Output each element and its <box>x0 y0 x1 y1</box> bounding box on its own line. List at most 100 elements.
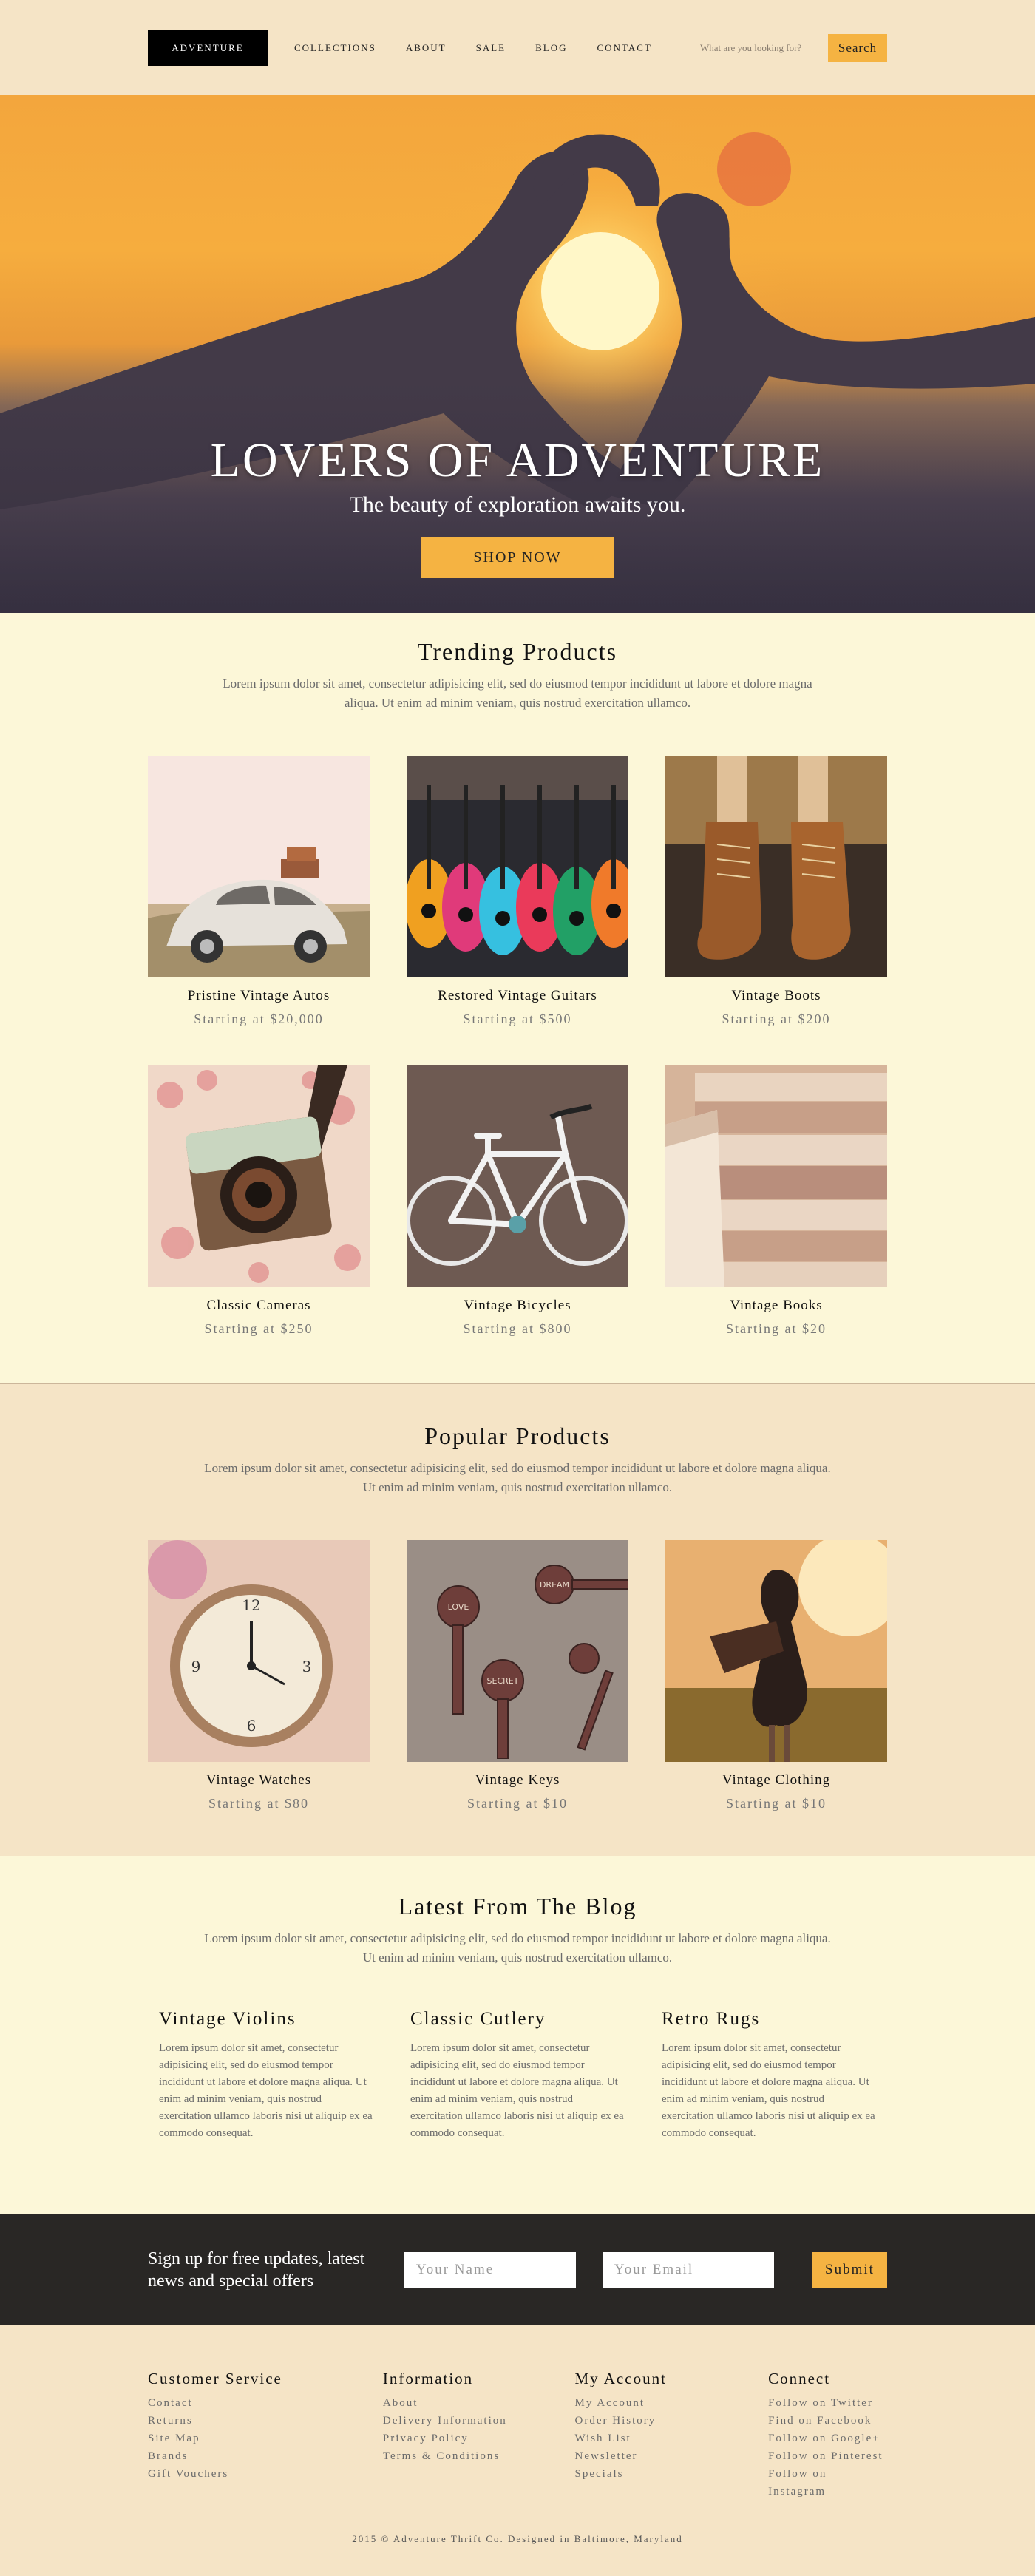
section-description: Lorem ipsum dolor sit amet, consectetur … <box>177 1929 858 1967</box>
footer-link-privacy-policy[interactable]: Privacy Policy <box>383 2433 469 2444</box>
footer-link-wish-list[interactable]: Wish List <box>575 2433 631 2444</box>
footer-link-twitter[interactable]: Follow on Twitter <box>768 2397 873 2409</box>
svg-text:SECRET: SECRET <box>487 1676 519 1686</box>
product-image-vintage-keys[interactable]: LOVE SECRET DREAM <box>407 1540 628 1762</box>
product-image-vintage-bicycle[interactable] <box>407 1065 628 1287</box>
product-name[interactable]: Vintage Bicycles <box>407 1298 628 1314</box>
product-card[interactable]: Vintage Bicycles Starting at $800 <box>407 1065 628 1337</box>
footer-link-specials[interactable]: Specials <box>575 2468 624 2480</box>
product-name[interactable]: Classic Cameras <box>148 1298 370 1314</box>
footer-link-delivery-information[interactable]: Delivery Information <box>383 2415 507 2427</box>
section-title: Trending Products <box>417 638 618 665</box>
footer-column-title: Connect <box>768 2370 831 2387</box>
copyright-text: 2015 © Adventure Thrift Co. Designed in … <box>352 2533 683 2544</box>
nav-about[interactable]: ABOUT <box>406 42 447 54</box>
footer-link-pinterest[interactable]: Follow on Pinterest <box>768 2450 883 2462</box>
footer-column-information: Information About Delivery Information P… <box>383 2370 575 2501</box>
product-image-classic-camera[interactable] <box>148 1065 370 1287</box>
footer-link-terms[interactable]: Terms & Conditions <box>383 2450 500 2462</box>
product-price: Starting at $20 <box>726 1321 827 1336</box>
search-button[interactable]: Search <box>828 33 887 62</box>
product-price: Starting at $500 <box>463 1011 572 1026</box>
product-image-vintage-books[interactable] <box>665 1065 887 1287</box>
footer-link-newsletter[interactable]: Newsletter <box>575 2450 638 2462</box>
footer-link-facebook[interactable]: Find on Facebook <box>768 2415 872 2427</box>
blog-post-title[interactable]: Classic Cutlery <box>410 2009 625 2030</box>
product-card[interactable]: Classic Cameras Starting at $250 <box>148 1065 370 1337</box>
product-name[interactable]: Vintage Watches <box>148 1772 370 1789</box>
hero-subtitle: The beauty of exploration awaits you. <box>349 492 686 517</box>
footer-column-title: Information <box>382 2370 474 2387</box>
product-price: Starting at $10 <box>726 1796 827 1811</box>
site-header: ADVENTURE COLLECTIONS ABOUT SALE BLOG CO… <box>0 0 1035 95</box>
name-field[interactable] <box>404 2252 576 2288</box>
trending-products-section: Trending Products Lorem ipsum dolor sit … <box>0 613 1035 1383</box>
section-title: Popular Products <box>424 1423 611 1449</box>
nav-contact[interactable]: CONTACT <box>597 42 652 54</box>
product-card[interactable]: Restored Vintage Guitars Starting at $50… <box>407 756 628 1027</box>
nav-sale[interactable]: SALE <box>476 42 506 54</box>
product-card[interactable]: Pristine Vintage Autos Starting at $20,0… <box>148 756 370 1027</box>
main-nav: COLLECTIONS ABOUT SALE BLOG CONTACT <box>294 42 682 54</box>
description-line: Lorem ipsum dolor sit amet, consectetur … <box>204 1461 831 1475</box>
search-input[interactable] <box>697 37 819 58</box>
product-image-vintage-watch[interactable]: 12 3 6 9 <box>148 1540 370 1762</box>
product-name[interactable]: Vintage Keys <box>407 1772 628 1789</box>
site-logo[interactable]: ADVENTURE <box>148 30 268 66</box>
svg-text:6: 6 <box>247 1717 257 1735</box>
footer-link-instagram[interactable]: Follow on Instagram <box>768 2468 827 2498</box>
product-card[interactable]: Vintage Boots Starting at $200 <box>665 756 887 1027</box>
nav-collections[interactable]: COLLECTIONS <box>294 42 376 54</box>
footer-column-customer-service: Customer Service Contact Returns Site Ma… <box>148 2370 383 2501</box>
hero-banner: LOVERS OF ADVENTURE The beauty of explor… <box>0 95 1035 613</box>
product-card[interactable]: 12 3 6 9 Vintage Watches Starting at $80 <box>148 1540 370 1811</box>
footer-link-gift-vouchers[interactable]: Gift Vouchers <box>148 2468 228 2480</box>
footer-link-about[interactable]: About <box>383 2397 418 2409</box>
footer-link-order-history[interactable]: Order History <box>575 2415 656 2427</box>
footer-column-connect: Connect Follow on Twitter Find on Facebo… <box>768 2370 887 2501</box>
footer-link-my-account[interactable]: My Account <box>575 2397 645 2409</box>
product-name[interactable]: Restored Vintage Guitars <box>407 988 628 1004</box>
product-name[interactable]: Vintage Clothing <box>665 1772 887 1789</box>
product-name[interactable]: Vintage Boots <box>665 988 887 1004</box>
nav-blog[interactable]: BLOG <box>535 42 567 54</box>
product-grid: 12 3 6 9 Vintage Watches Starting at $80 <box>148 1540 887 1811</box>
svg-text:9: 9 <box>191 1658 201 1675</box>
footer-column-my-account: My Account My Account Order History Wish… <box>575 2370 769 2501</box>
blog-post: Retro Rugs Lorem ipsum dolor sit amet, c… <box>662 2009 876 2142</box>
section-description: Lorem ipsum dolor sit amet, consectetur … <box>223 677 812 710</box>
product-card[interactable]: Vintage Clothing Starting at $10 <box>665 1540 887 1811</box>
newsletter-text: Sign up for free updates, latest news an… <box>148 2249 365 2291</box>
product-card[interactable]: LOVE SECRET DREAM Vintage Keys Starting at… <box>407 1540 628 1811</box>
product-price: Starting at $200 <box>722 1011 831 1026</box>
blog-post-excerpt: Lorem ipsum dolor sit amet, consectetur … <box>159 2042 373 2139</box>
product-image-vintage-auto[interactable] <box>148 756 370 977</box>
footer-link-returns[interactable]: Returns <box>148 2415 193 2427</box>
blog-post-excerpt: Lorem ipsum dolor sit amet, consectetur … <box>662 2042 875 2139</box>
product-grid: Pristine Vintage Autos Starting at $20,0… <box>148 756 887 1337</box>
footer-column-title: My Account <box>574 2370 667 2387</box>
footer-link-brands[interactable]: Brands <box>148 2450 189 2462</box>
submit-button[interactable]: Submit <box>812 2252 887 2288</box>
svg-text:DREAM: DREAM <box>540 1580 569 1590</box>
product-price: Starting at $250 <box>204 1321 313 1336</box>
popular-products-section: Popular Products Lorem ipsum dolor sit a… <box>0 1384 1035 1856</box>
product-price: Starting at $800 <box>463 1321 572 1336</box>
footer-link-google-plus[interactable]: Follow on Google+ <box>768 2433 880 2444</box>
product-name[interactable]: Pristine Vintage Autos <box>148 988 370 1004</box>
description-line: Lorem ipsum dolor sit amet, consectetur … <box>204 1931 831 1945</box>
section-description: Lorem ipsum dolor sit amet, consectetur … <box>177 1459 858 1497</box>
product-card[interactable]: Vintage Books Starting at $20 <box>665 1065 887 1337</box>
product-image-vintage-guitars[interactable] <box>407 756 628 977</box>
product-price: Starting at $80 <box>208 1796 309 1811</box>
product-price: Starting at $10 <box>467 1796 568 1811</box>
blog-post-title[interactable]: Vintage Violins <box>159 2009 373 2030</box>
blog-post-title[interactable]: Retro Rugs <box>662 2009 876 2030</box>
footer-link-site-map[interactable]: Site Map <box>148 2433 200 2444</box>
product-name[interactable]: Vintage Books <box>665 1298 887 1314</box>
product-image-vintage-clothing[interactable] <box>665 1540 887 1762</box>
shop-now-button[interactable]: SHOP NOW <box>421 536 614 578</box>
product-image-vintage-boots[interactable] <box>665 756 887 977</box>
email-field[interactable] <box>602 2252 774 2288</box>
footer-link-contact[interactable]: Contact <box>148 2397 193 2409</box>
